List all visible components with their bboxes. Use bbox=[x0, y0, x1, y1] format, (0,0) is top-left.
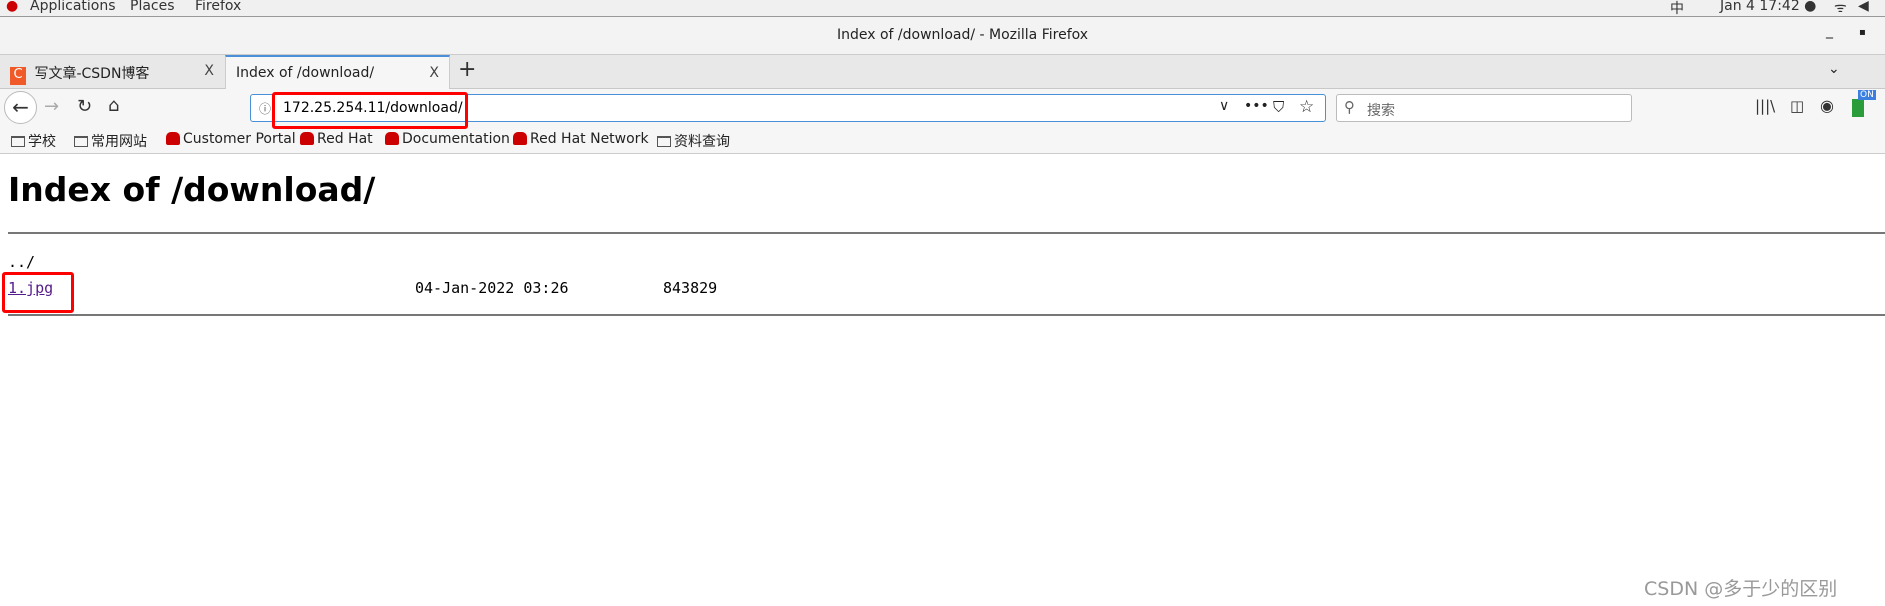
input-method-indicator[interactable]: 中 bbox=[1670, 0, 1684, 18]
bookmark-label: 资料查询 bbox=[674, 134, 730, 150]
divider bbox=[8, 314, 1885, 316]
folder-icon bbox=[11, 136, 25, 147]
watermark: CSDN @多于少的区别 bbox=[1644, 578, 1838, 600]
more-actions-icon[interactable]: ••• bbox=[1244, 98, 1269, 114]
close-tab-icon[interactable]: X bbox=[429, 65, 439, 81]
folder-icon bbox=[657, 136, 671, 147]
system-top-bar: ● Applications Places Firefox 中 Jan 4 17… bbox=[0, 0, 1885, 17]
close-tab-icon[interactable]: X bbox=[204, 63, 214, 79]
search-icon: ⚲ bbox=[1344, 98, 1355, 116]
applications-menu[interactable]: Applications bbox=[30, 0, 116, 14]
bookmark-school[interactable]: 学校 bbox=[11, 131, 56, 151]
minimize-button[interactable]: _ bbox=[1826, 23, 1833, 39]
search-input[interactable]: ⚲ 搜索 bbox=[1336, 94, 1632, 122]
tab-index-download[interactable]: Index of /download/ X bbox=[225, 55, 450, 90]
bookmark-documentation[interactable]: Documentation bbox=[385, 131, 510, 147]
redhat-logo-icon: ● bbox=[6, 0, 19, 14]
bookmark-common-sites[interactable]: 常用网站 bbox=[74, 131, 147, 151]
library-icon[interactable]: |||\ bbox=[1755, 97, 1775, 115]
file-highlight-box bbox=[2, 272, 74, 313]
bookmark-label: 常用网站 bbox=[91, 134, 147, 150]
redhat-icon bbox=[513, 132, 527, 145]
bookmark-label: Red Hat Network bbox=[530, 131, 649, 147]
tab-label: 写文章-CSDN博客 bbox=[34, 66, 150, 82]
wifi-icon[interactable]: ᯤ bbox=[1834, 0, 1847, 17]
window-titlebar: Index of /download/ - Mozilla Firefox _ … bbox=[0, 17, 1885, 55]
back-button[interactable]: ← bbox=[4, 91, 37, 124]
parent-directory-link[interactable]: ../ bbox=[8, 253, 35, 271]
maximize-button[interactable]: ▪ bbox=[1859, 27, 1866, 38]
folder-icon bbox=[74, 136, 88, 147]
tab-csdn[interactable]: C 写文章-CSDN博客 X bbox=[0, 55, 224, 89]
extension-badge: ON bbox=[1858, 90, 1876, 100]
divider bbox=[8, 232, 1885, 234]
search-placeholder: 搜索 bbox=[1367, 103, 1395, 119]
forward-button[interactable]: → bbox=[44, 96, 59, 117]
csdn-favicon-icon: C bbox=[10, 67, 26, 85]
bookmark-customer-portal[interactable]: Customer Portal bbox=[166, 131, 296, 147]
info-icon[interactable]: ⓘ bbox=[259, 100, 271, 117]
account-icon[interactable]: ◉ bbox=[1820, 96, 1834, 115]
new-tab-button[interactable]: + bbox=[458, 57, 476, 82]
dropdown-chevron-icon[interactable]: ∨ bbox=[1219, 98, 1229, 114]
bookmark-label: Documentation bbox=[402, 131, 510, 147]
window-title: Index of /download/ - Mozilla Firefox bbox=[837, 27, 1089, 43]
bookmark-resources[interactable]: 资料查询 bbox=[657, 131, 730, 151]
redhat-icon bbox=[385, 132, 399, 145]
volume-icon[interactable]: ◀ bbox=[1858, 0, 1869, 14]
url-highlight-box bbox=[272, 92, 468, 129]
redhat-icon bbox=[300, 132, 314, 145]
pocket-icon[interactable]: ⛉ bbox=[1273, 98, 1284, 116]
home-button[interactable]: ⌂ bbox=[108, 95, 119, 116]
bookmark-label: 学校 bbox=[28, 134, 56, 150]
extension-icon[interactable] bbox=[1852, 99, 1864, 117]
redhat-icon bbox=[166, 132, 180, 145]
bookmark-red-hat-network[interactable]: Red Hat Network bbox=[513, 131, 649, 147]
bookmark-star-icon[interactable]: ☆ bbox=[1299, 97, 1314, 117]
bookmark-label: Red Hat bbox=[317, 131, 373, 147]
clock[interactable]: Jan 4 17:42 ● bbox=[1720, 0, 1816, 14]
file-date: 04-Jan-2022 03:26 bbox=[415, 279, 569, 297]
bookmark-red-hat[interactable]: Red Hat bbox=[300, 131, 373, 147]
page-heading: Index of /download/ bbox=[8, 170, 376, 209]
file-size: 843829 bbox=[663, 279, 718, 297]
firefox-menu[interactable]: Firefox bbox=[195, 0, 241, 14]
places-menu[interactable]: Places bbox=[130, 0, 175, 14]
tab-bar: C 写文章-CSDN博客 X Index of /download/ X + ⌄ bbox=[0, 55, 1885, 90]
bookmark-label: Customer Portal bbox=[183, 131, 296, 147]
tab-label: Index of /download/ bbox=[236, 65, 375, 81]
sidebar-icon[interactable]: ◫ bbox=[1790, 97, 1804, 115]
bookmarks-toolbar: 学校 常用网站 Customer Portal Red Hat Document… bbox=[0, 127, 1885, 154]
tab-list-chevron-icon[interactable]: ⌄ bbox=[1828, 61, 1840, 77]
reload-button[interactable]: ↻ bbox=[77, 96, 92, 117]
